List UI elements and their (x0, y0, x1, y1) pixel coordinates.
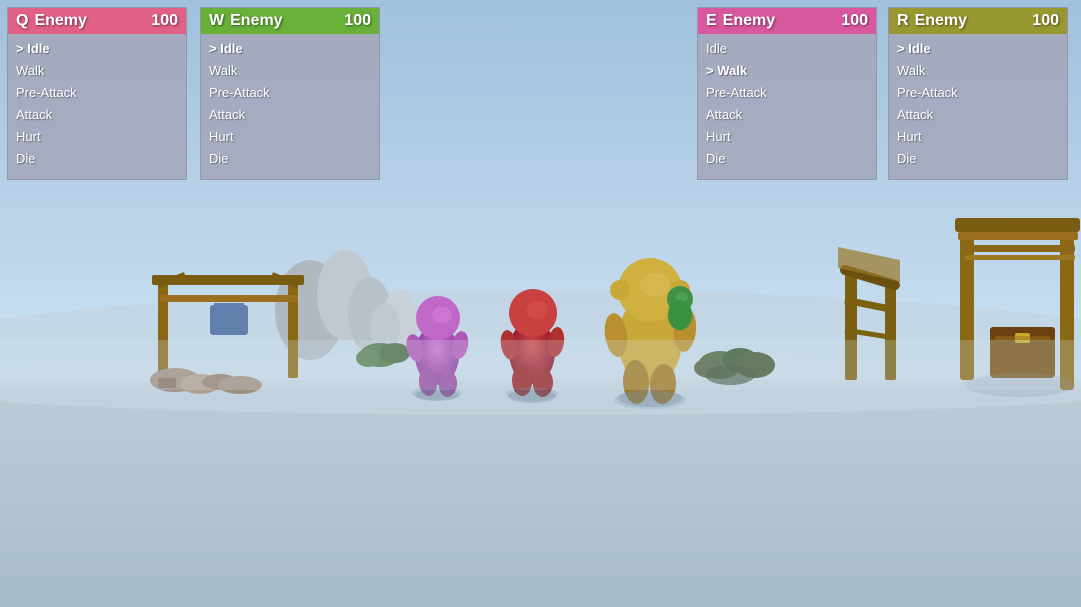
state-q-hurt: Hurt (16, 126, 178, 148)
panel-w-states: > Idle Walk Pre-Attack Attack Hurt Die (201, 34, 379, 179)
state-w-idle: > Idle (209, 38, 371, 60)
state-q-idle: > Idle (16, 38, 178, 60)
state-e-hurt: Hurt (706, 126, 868, 148)
panel-e-hp: 100 (841, 12, 868, 30)
panel-e-key: E (706, 12, 717, 30)
panel-q-name: Enemy (34, 12, 151, 30)
state-e-attack: Attack (706, 104, 868, 126)
panel-e-states: Idle > Walk Pre-Attack Attack Hurt Die (698, 34, 876, 179)
state-r-idle: > Idle (897, 38, 1059, 60)
state-q-preattack: Pre-Attack (16, 82, 178, 104)
state-e-die: Die (706, 148, 868, 170)
hud-panel-r: R Enemy 100 > Idle Walk Pre-Attack Attac… (888, 7, 1068, 180)
hud-panel-q: Q Enemy 100 > Idle Walk Pre-Attack Attac… (7, 7, 187, 180)
hud-panel-e: E Enemy 100 Idle > Walk Pre-Attack Attac… (697, 7, 877, 180)
panel-q-key: Q (16, 12, 28, 30)
state-r-walk: Walk (897, 60, 1059, 82)
hud-header-w: W Enemy 100 (201, 8, 379, 34)
panel-w-name: Enemy (230, 12, 344, 30)
state-e-idle: Idle (706, 38, 868, 60)
state-w-attack: Attack (209, 104, 371, 126)
hud-header-r: R Enemy 100 (889, 8, 1067, 34)
state-r-preattack: Pre-Attack (897, 82, 1059, 104)
hud-panel-w: W Enemy 100 > Idle Walk Pre-Attack Attac… (200, 7, 380, 180)
panel-w-hp: 100 (344, 12, 371, 30)
panel-q-hp: 100 (151, 12, 178, 30)
state-q-attack: Attack (16, 104, 178, 126)
state-q-walk: Walk (16, 60, 178, 82)
state-e-walk: > Walk (706, 60, 868, 82)
hud-header-q: Q Enemy 100 (8, 8, 186, 34)
state-q-die: Die (16, 148, 178, 170)
panel-r-hp: 100 (1032, 12, 1059, 30)
panel-q-states: > Idle Walk Pre-Attack Attack Hurt Die (8, 34, 186, 179)
panel-w-key: W (209, 12, 224, 30)
state-w-walk: Walk (209, 60, 371, 82)
panel-r-name: Enemy (915, 12, 1033, 30)
panel-e-name: Enemy (723, 12, 842, 30)
game-scene: Q Enemy 100 > Idle Walk Pre-Attack Attac… (0, 0, 1081, 607)
state-w-preattack: Pre-Attack (209, 82, 371, 104)
state-e-preattack: Pre-Attack (706, 82, 868, 104)
state-r-attack: Attack (897, 104, 1059, 126)
panel-r-key: R (897, 12, 909, 30)
panel-r-states: > Idle Walk Pre-Attack Attack Hurt Die (889, 34, 1067, 179)
hud-header-e: E Enemy 100 (698, 8, 876, 34)
state-r-die: Die (897, 148, 1059, 170)
state-w-die: Die (209, 148, 371, 170)
state-r-hurt: Hurt (897, 126, 1059, 148)
state-w-hurt: Hurt (209, 126, 371, 148)
